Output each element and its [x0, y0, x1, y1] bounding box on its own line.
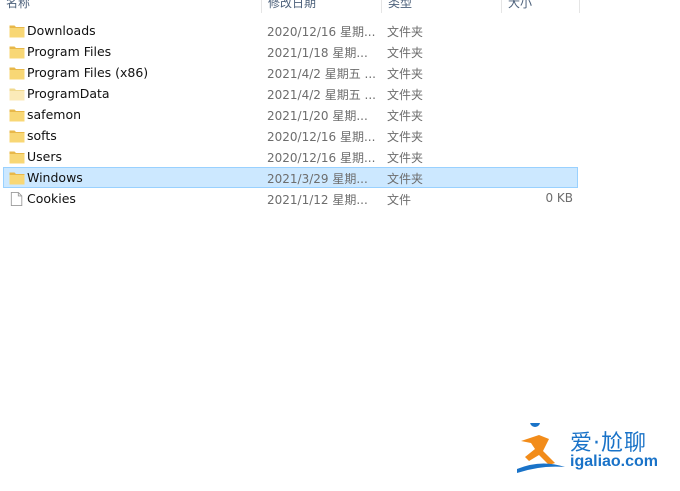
file-row[interactable]: Program Files (x86) 2021/4/2 星期五 ... 文件夹	[3, 62, 578, 83]
watermark-logo-icon	[517, 423, 565, 473]
file-row[interactable]: Downloads 2020/12/16 星期... 文件夹	[3, 20, 578, 41]
column-header-name[interactable]: 名称	[0, 0, 262, 13]
file-type: 文件夹	[387, 172, 424, 186]
file-date: 2020/12/16 星期...	[267, 25, 376, 39]
file-date: 2021/3/29 星期...	[267, 172, 368, 186]
file-date: 2021/4/2 星期五 ...	[267, 67, 376, 81]
file-type: 文件夹	[387, 46, 424, 60]
file-name: Users	[27, 149, 63, 164]
file-type: 文件夹	[387, 25, 424, 39]
column-header-size[interactable]: 大小	[502, 0, 580, 13]
file-date: 2021/1/18 星期...	[267, 46, 368, 60]
file-row[interactable]: Program Files 2021/1/18 星期... 文件夹	[3, 41, 578, 62]
file-name: Program Files (x86)	[27, 65, 149, 80]
file-date: 2020/12/16 星期...	[267, 151, 376, 165]
file-type: 文件夹	[387, 67, 424, 81]
file-type: 文件夹	[387, 109, 424, 123]
file-name: ProgramData	[27, 86, 110, 101]
file-row[interactable]: ProgramData 2021/4/2 星期五 ... 文件夹	[3, 83, 578, 104]
file-date: 2021/4/2 星期五 ...	[267, 88, 376, 102]
column-header-bar: 名称 修改日期 类型 大小	[0, 0, 580, 13]
file-date: 2020/12/16 星期...	[267, 130, 376, 144]
file-name: Program Files	[27, 44, 112, 59]
column-header-type[interactable]: 类型	[382, 0, 502, 13]
file-name: Windows	[27, 170, 83, 185]
file-type: 文件夹	[387, 151, 424, 165]
file-size: 0 KB	[545, 191, 573, 205]
file-name: safemon	[27, 107, 82, 122]
file-row[interactable]: Windows 2021/3/29 星期... 文件夹	[3, 167, 578, 188]
file-row[interactable]: Users 2020/12/16 星期... 文件夹	[3, 146, 578, 167]
watermark-url: igaliao.com	[570, 453, 659, 470]
file-row[interactable]: Cookies 2021/1/12 星期... 文件 0 KB	[3, 188, 578, 209]
watermark: 爱·尬聊 igaliao.com	[515, 423, 675, 479]
file-name: Cookies	[27, 191, 76, 206]
file-row[interactable]: softs 2020/12/16 星期... 文件夹	[3, 125, 578, 146]
file-type: 文件	[387, 193, 412, 207]
file-row[interactable]: safemon 2021/1/20 星期... 文件夹	[3, 104, 578, 125]
file-type: 文件夹	[387, 130, 424, 144]
file-date: 2021/1/12 星期...	[267, 193, 368, 207]
file-name: softs	[27, 128, 57, 143]
file-date: 2021/1/20 星期...	[267, 109, 368, 123]
file-list: Downloads 2020/12/16 星期... 文件夹 Program File…	[3, 20, 578, 209]
file-name: Downloads	[27, 23, 96, 38]
column-header-date[interactable]: 修改日期	[262, 0, 382, 13]
file-type: 文件夹	[387, 88, 424, 102]
